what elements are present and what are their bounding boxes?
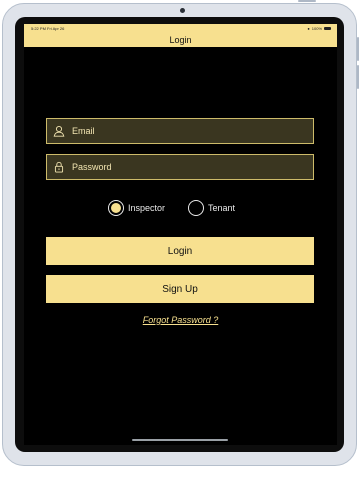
lock-icon <box>53 161 65 173</box>
email-input[interactable] <box>72 126 292 136</box>
login-button[interactable]: Login <box>46 237 314 265</box>
radio-inspector[interactable] <box>108 200 124 216</box>
role-inspector[interactable]: Inspector <box>108 200 165 216</box>
navigation-bar: 5:22 PM Fri Apr 26 ● 100% Login <box>24 24 337 47</box>
role-tenant-label: Tenant <box>208 203 236 213</box>
role-selector: Inspector Tenant <box>24 200 337 220</box>
camera-icon <box>180 8 185 13</box>
volume-down-button <box>357 65 359 89</box>
battery-percent: 100% <box>311 26 322 31</box>
battery-icon <box>324 27 331 30</box>
status-indicators: ● 100% <box>307 26 331 31</box>
role-tenant[interactable]: Tenant <box>188 200 235 216</box>
radio-selected-dot <box>111 203 121 213</box>
status-time: 5:22 PM Fri Apr 26 <box>31 26 65 31</box>
role-inspector-label: Inspector <box>128 203 166 213</box>
password-field[interactable] <box>46 154 314 180</box>
signup-button[interactable]: Sign Up <box>46 275 314 303</box>
wifi-icon: ● <box>307 26 310 31</box>
password-input[interactable] <box>72 162 292 172</box>
app-screen: 5:22 PM Fri Apr 26 ● 100% Login Email In… <box>24 24 337 445</box>
power-button <box>298 0 316 2</box>
volume-up-button <box>357 37 359 61</box>
forgot-password-link[interactable]: Forgot Password ? <box>24 315 337 325</box>
home-indicator[interactable] <box>132 439 228 441</box>
radio-tenant[interactable] <box>188 200 204 216</box>
user-icon <box>53 125 65 137</box>
email-field[interactable] <box>46 118 314 144</box>
page-title: Login <box>169 35 192 45</box>
